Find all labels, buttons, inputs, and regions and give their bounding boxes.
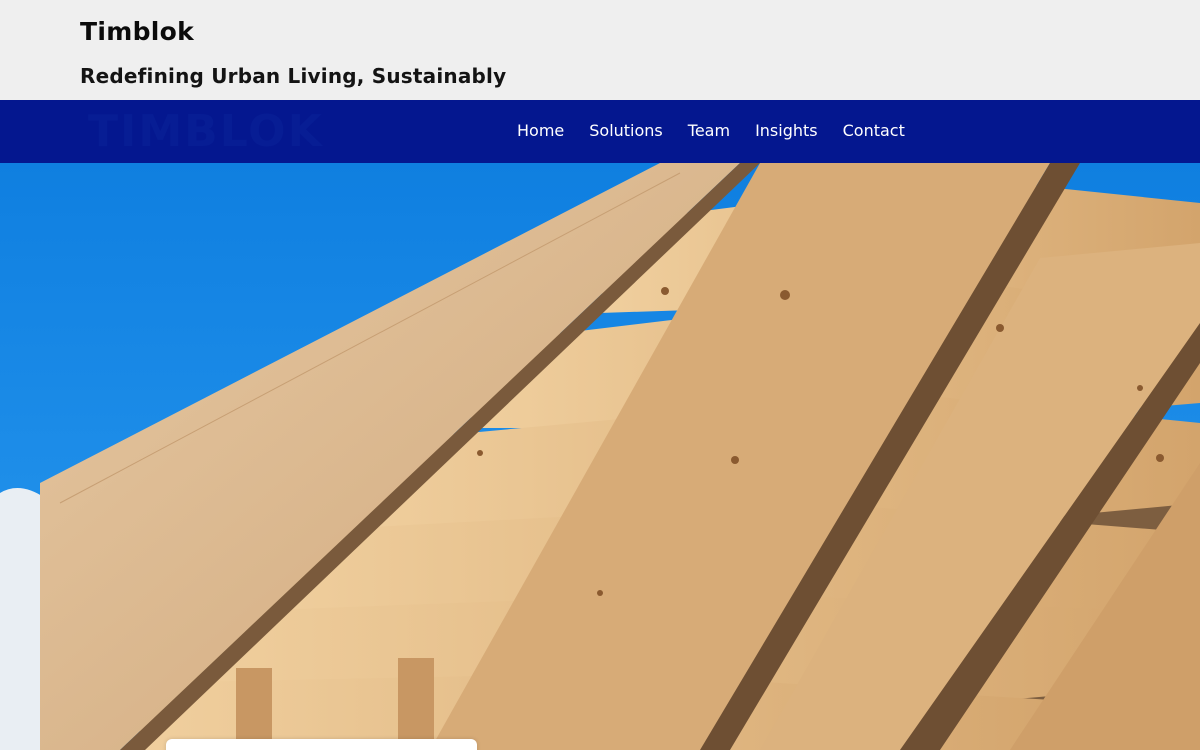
nav-link-team[interactable]: Team bbox=[688, 121, 730, 140]
cloud bbox=[0, 488, 45, 750]
site-header: Timblok Redefining Urban Living, Sustain… bbox=[0, 0, 1200, 100]
support-post bbox=[236, 668, 272, 750]
nav-link-solutions[interactable]: Solutions bbox=[589, 121, 663, 140]
main-navigation: TIMBLOK Home Solutions Team Insights Con… bbox=[0, 100, 1200, 163]
site-title[interactable]: Timblok bbox=[80, 17, 194, 46]
support-post bbox=[398, 658, 434, 750]
timber-structure-illustration bbox=[0, 163, 1200, 750]
nav-link-insights[interactable]: Insights bbox=[755, 121, 818, 140]
nav-link-home[interactable]: Home bbox=[517, 121, 564, 140]
nav-links: Home Solutions Team Insights Contact bbox=[517, 121, 930, 140]
nav-logo-watermark: TIMBLOK bbox=[88, 106, 324, 157]
nav-link-contact[interactable]: Contact bbox=[843, 121, 905, 140]
hero-content-card bbox=[166, 739, 477, 750]
site-tagline: Redefining Urban Living, Sustainably bbox=[80, 64, 507, 88]
hero-image bbox=[0, 163, 1200, 750]
